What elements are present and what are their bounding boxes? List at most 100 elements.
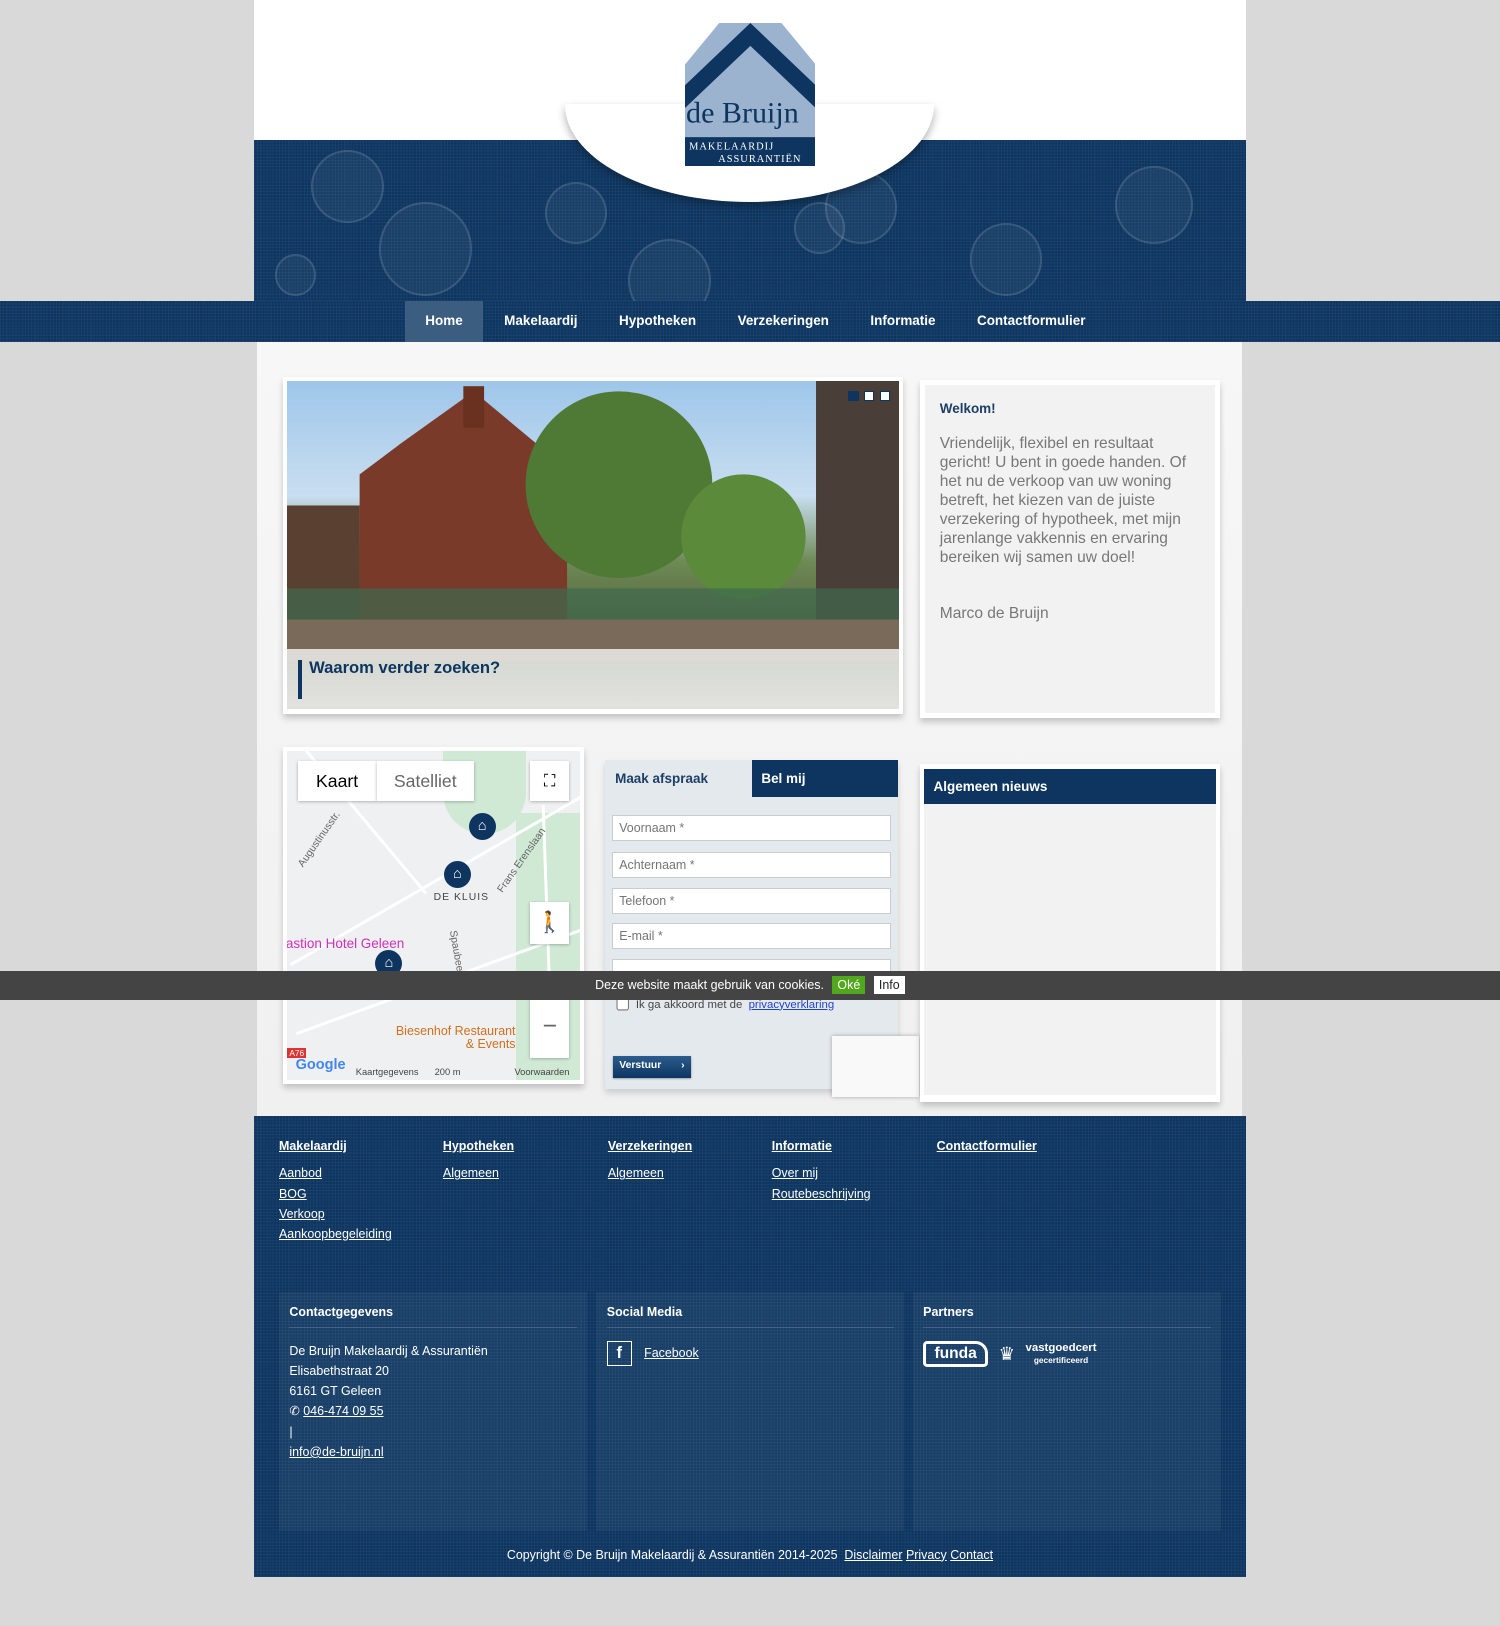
main-nav: Home Makelaardij Hypotheken Verzekeringe… [0, 300, 1500, 343]
footer-col-makelaardij: Makelaardij Aanbod BOG Verkoop Aankoopbe… [279, 1139, 392, 1247]
pegman-icon[interactable]: 🚶 [530, 902, 570, 944]
footer-link[interactable]: Routebeschrijving [772, 1187, 871, 1201]
nav-contactformulier[interactable]: Contactformulier [956, 301, 1106, 342]
separator: | [289, 1424, 293, 1439]
logo-name: de Bruijn [686, 95, 799, 129]
facebook-icon[interactable]: f [606, 1340, 632, 1366]
privacy-footer-link[interactable]: Privacy [906, 1548, 947, 1562]
cookie-info-button[interactable]: Info [873, 976, 905, 995]
social-title: Social Media [606, 1305, 895, 1329]
map-scale: 200 m [434, 1067, 461, 1078]
caption-accent [297, 659, 302, 700]
facebook-link[interactable]: Facebook [644, 1346, 699, 1360]
news-title: Algemeen nieuws [924, 768, 1216, 804]
image-slider[interactable]: Waarom verder zoeken? [283, 376, 904, 714]
street: Elisabethstraat 20 [289, 1363, 389, 1378]
map-label: Bastion Hotel Geleen [287, 935, 405, 951]
phone-icon: ✆ [289, 1404, 300, 1419]
footer-link[interactable]: Verkoop [279, 1207, 392, 1221]
welcome-title: Welkom! [939, 401, 996, 417]
first-name-input[interactable] [611, 815, 892, 842]
social-box: Social Media f Facebook [596, 1292, 905, 1532]
footer-heading-link[interactable]: Makelaardij [279, 1139, 392, 1153]
house-pin-icon[interactable]: ⌂ [468, 813, 496, 841]
footer-heading-link[interactable]: Contactformulier [937, 1139, 1037, 1153]
submit-label: Verstuur [619, 1060, 662, 1072]
company-name: De Bruijn Makelaardij & Assurantiën [289, 1343, 488, 1358]
copyright: Copyright © De Bruijn Makelaardij & Assu… [254, 1548, 1246, 1562]
svg-text:MAKELAARDIJ: MAKELAARDIJ [689, 141, 774, 152]
contact-title: Contactgegevens [289, 1305, 577, 1329]
crown-icon: ♛ [998, 1342, 1016, 1364]
footer-col-contact: Contactformulier [937, 1139, 1037, 1166]
footer-link[interactable]: Algemeen [443, 1166, 514, 1180]
privacy-link[interactable]: privacyverklaring [749, 999, 835, 1011]
map-data-link[interactable]: Kaartgegevens [356, 1067, 419, 1077]
contact-footer-link[interactable]: Contact [950, 1548, 993, 1562]
phone-link[interactable]: 046-474 09 55 [303, 1404, 383, 1418]
copyright-text: Copyright © De Bruijn Makelaardij & Assu… [506, 1547, 838, 1562]
slide-caption: Waarom verder zoeken? [287, 649, 900, 710]
email-input[interactable] [611, 923, 892, 950]
logo[interactable]: de Bruijn MAKELAARDIJ ASSURANTIËN [684, 22, 816, 166]
nav-hypotheken[interactable]: Hypotheken [598, 301, 717, 342]
slide-dot-2[interactable] [864, 391, 875, 402]
funda-logo[interactable]: funda [923, 1340, 989, 1367]
footer-link[interactable]: BOG [279, 1187, 392, 1201]
google-logo: Google [295, 1056, 346, 1073]
vastgoedcert-logo[interactable]: vastgoedcert gecertificeerd [1026, 1342, 1097, 1365]
cookie-ok-button[interactable]: Oké [832, 976, 866, 995]
map-label: Biesenhof Restaurant & Events [395, 1023, 516, 1052]
city: 6161 GT Geleen [289, 1384, 382, 1399]
footer: Makelaardij Aanbod BOG Verkoop Aankoopbe… [254, 1116, 1246, 1577]
footer-col-hypotheken: Hypotheken Algemeen [443, 1139, 514, 1187]
recaptcha-badge[interactable] [831, 1036, 920, 1098]
footer-link[interactable]: Aanbod [279, 1166, 392, 1180]
footer-heading-link[interactable]: Verzekeringen [608, 1139, 692, 1153]
news-list [924, 803, 1216, 1096]
map-label: DE KLUIS [433, 892, 490, 904]
slide-dot-1[interactable] [848, 391, 859, 402]
zoom-controls[interactable]: − [530, 995, 570, 1059]
agree-text: Ik ga akkoord met de [635, 998, 743, 1011]
footer-heading-link[interactable]: Informatie [772, 1139, 871, 1153]
last-name-input[interactable] [611, 851, 892, 878]
slide-photo: Waarom verder zoeken? [287, 380, 900, 710]
tab-maak-afspraak[interactable]: Maak afspraak [605, 760, 752, 796]
footer-link[interactable]: Aankoopbegeleiding [279, 1227, 392, 1241]
nav-home[interactable]: Home [404, 300, 484, 343]
map-type-satellite[interactable]: Satelliet [376, 761, 475, 801]
footer-link[interactable]: Over mij [772, 1166, 871, 1180]
nav-verzekeringen[interactable]: Verzekeringen [717, 301, 850, 342]
submit-button[interactable]: Verstuur › [613, 1055, 691, 1078]
fullscreen-icon[interactable]: ⛶ [530, 761, 570, 801]
house-pin-icon[interactable]: ⌂ [443, 860, 471, 888]
partners-title: Partners [923, 1305, 1211, 1329]
map-terms-link[interactable]: Voorwaarden [514, 1067, 569, 1077]
welcome-signature: Marco de Bruijn [939, 605, 1049, 623]
google-map[interactable]: Kaart Satelliet ⛶ 🚶 − ⌂ ⌂ ⌂ Augustinusst… [283, 746, 584, 1084]
caption-text[interactable]: Waarom verder zoeken? [309, 658, 500, 678]
contact-box: Contactgegevens De Bruijn Makelaardij & … [279, 1292, 588, 1532]
svg-text:ASSURANTIËN: ASSURANTIËN [718, 153, 801, 165]
cookie-bar: Deze website maakt gebruik van cookies. … [0, 970, 1500, 1000]
chevron-right-icon: › [681, 1060, 685, 1072]
tab-bel-mij[interactable]: Bel mij [752, 760, 899, 797]
phone-input[interactable] [611, 887, 892, 914]
footer-col-informatie: Informatie Over mij Routebeschrijving [772, 1139, 871, 1207]
disclaimer-link[interactable]: Disclaimer [844, 1548, 902, 1562]
footer-col-verzekeringen: Verzekeringen Algemeen [608, 1139, 692, 1187]
nav-makelaardij[interactable]: Makelaardij [483, 301, 598, 342]
email-link[interactable]: info@de-bruijn.nl [289, 1445, 383, 1459]
footer-heading-link[interactable]: Hypotheken [443, 1139, 514, 1153]
map-label: Augustinusstr. [296, 809, 344, 870]
welcome-text: Vriendelijk, flexibel en resultaat geric… [939, 435, 1187, 566]
news-box: Algemeen nieuws [920, 764, 1220, 1102]
cookie-text: Deze website maakt gebruik van cookies. [595, 978, 824, 993]
map-type-map[interactable]: Kaart [297, 761, 377, 801]
partners-box: Partners funda ♛ vastgoedcert gecertifice… [912, 1292, 1221, 1532]
footer-link[interactable]: Algemeen [608, 1166, 692, 1180]
slide-dot-3[interactable] [879, 391, 890, 402]
nav-informatie[interactable]: Informatie [850, 301, 957, 342]
welcome-box: Welkom! Vriendelijk, flexibel en resulta… [920, 379, 1220, 718]
